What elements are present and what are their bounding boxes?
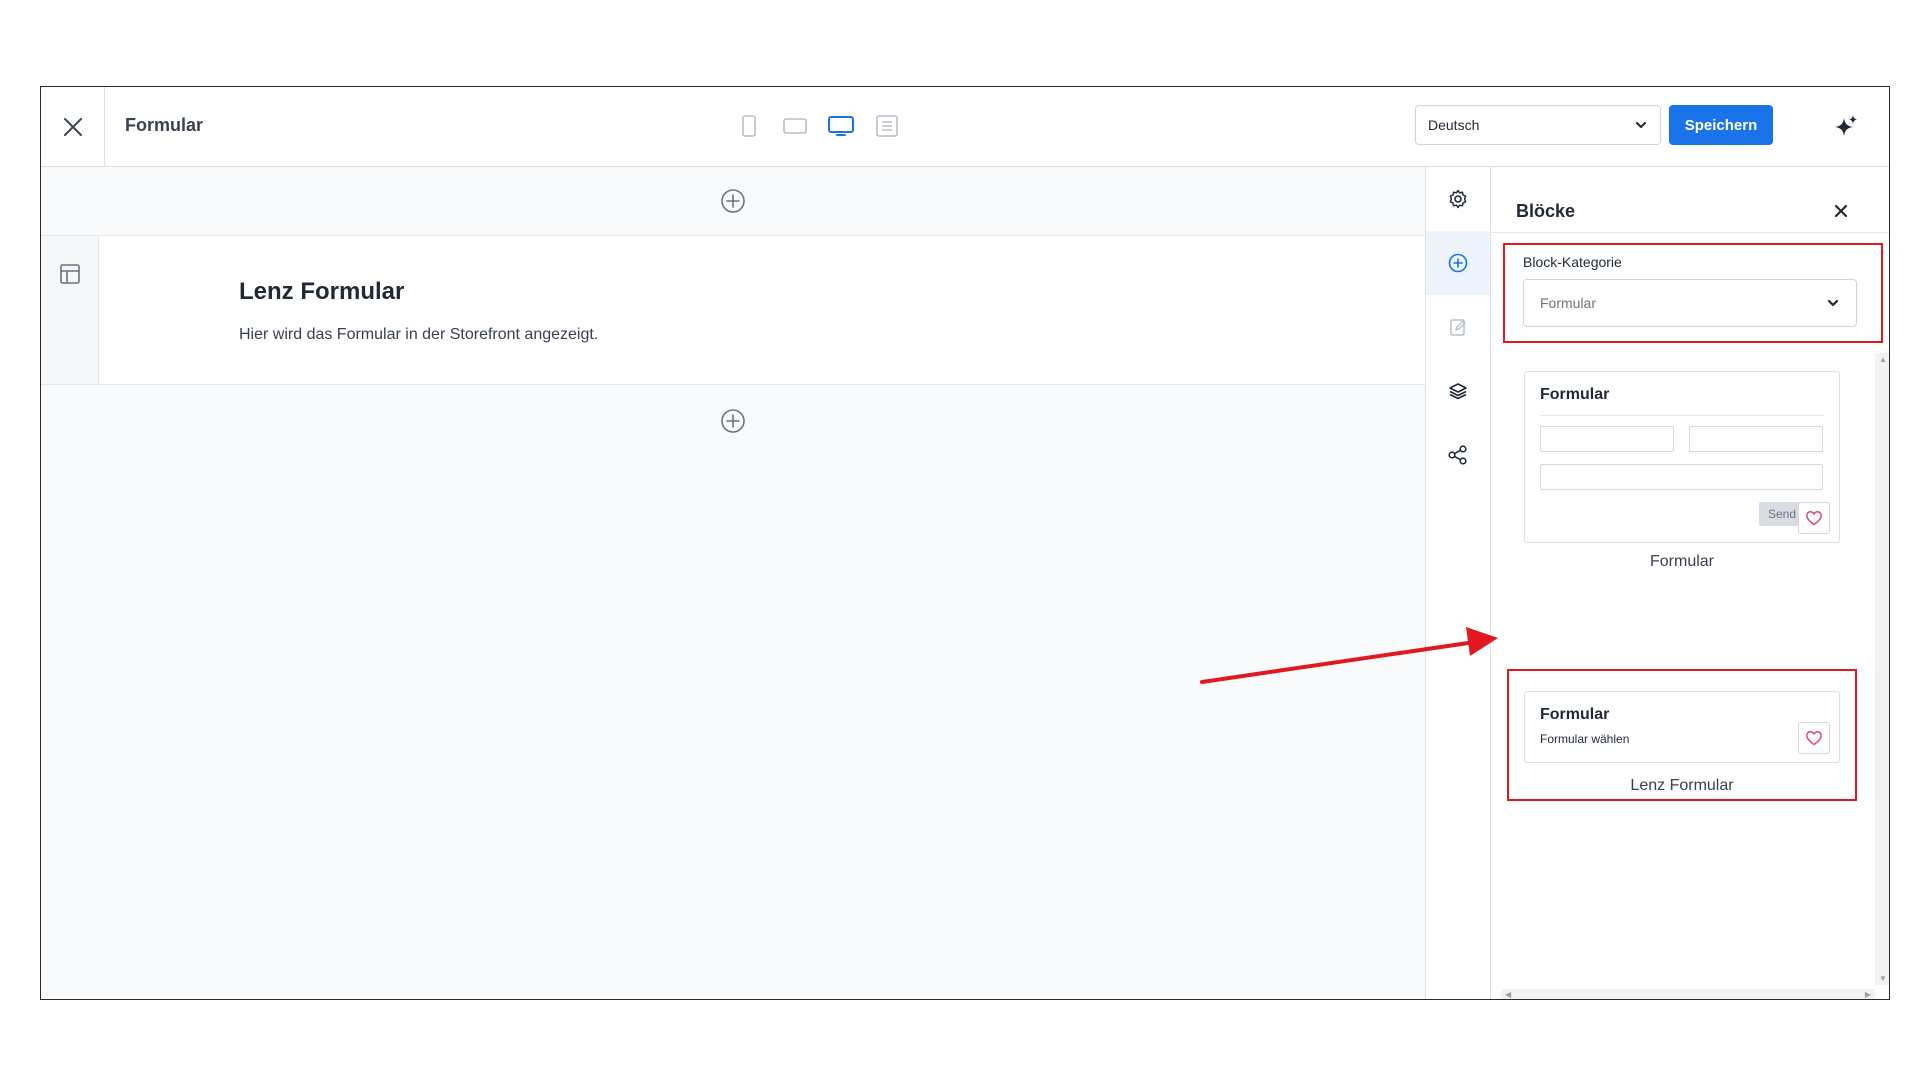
panel-title: Blöcke	[1516, 201, 1576, 221]
block-description: Hier wird das Formular in der Storefront…	[239, 326, 599, 343]
rail-layers[interactable]	[1426, 359, 1490, 423]
close-icon[interactable]	[1829, 199, 1853, 223]
heart-icon	[1806, 731, 1822, 746]
category-value: Formular	[1540, 295, 1597, 311]
add-section-top	[41, 167, 1425, 235]
sparkle-icon	[1835, 115, 1857, 136]
card-caption: Formular	[1649, 553, 1714, 570]
card-title: Formular	[1540, 706, 1610, 723]
preview-textarea	[1540, 464, 1823, 490]
desktop-icon	[828, 116, 854, 136]
vertical-scrollbar[interactable]: ▲ ▼	[1875, 353, 1889, 985]
block-title: Lenz Formular	[239, 278, 405, 305]
top-bar: Formular Deutsch Speichern	[41, 87, 1889, 167]
edit-icon	[1450, 319, 1466, 336]
rail-edit[interactable]	[1426, 295, 1490, 359]
favorite-button[interactable]	[1798, 722, 1830, 754]
page-title: Formular	[125, 115, 204, 135]
horizontal-scrollbar[interactable]: ◀ ▶	[1501, 989, 1875, 999]
card-subtitle: Formular wählen	[1540, 732, 1630, 746]
card-divider	[1540, 415, 1824, 416]
category-label: Block-Kategorie	[1523, 254, 1622, 270]
chevron-down-icon	[1636, 122, 1646, 128]
chevron-down-icon	[1827, 299, 1839, 307]
save-button[interactable]: Speichern	[1669, 105, 1773, 145]
device-tablet-button[interactable]	[779, 111, 811, 141]
section-sidebar	[41, 236, 99, 384]
add-section-icon[interactable]	[719, 407, 747, 435]
sidebar-tool-rail	[1425, 167, 1491, 999]
device-desktop-button[interactable]	[825, 111, 857, 141]
preview-send-button: Send	[1759, 502, 1803, 526]
device-mobile-button[interactable]	[733, 111, 765, 141]
add-section-icon[interactable]	[719, 187, 747, 215]
close-editor-button[interactable]	[41, 87, 105, 167]
tablet-icon	[783, 118, 807, 134]
card-caption: Lenz Formular	[1630, 777, 1734, 794]
block-card-form[interactable]: Formular Send	[1524, 371, 1840, 543]
add-block-icon	[1448, 253, 1468, 273]
device-list-button[interactable]	[871, 111, 903, 141]
rail-share[interactable]	[1426, 423, 1490, 487]
layers-icon	[1449, 383, 1467, 400]
close-icon	[63, 118, 82, 136]
favorite-button[interactable]	[1798, 502, 1830, 534]
block-card-lenz-form[interactable]: Formular Formular wählen	[1524, 691, 1840, 763]
device-switcher	[733, 111, 903, 141]
card-title: Formular	[1540, 386, 1610, 403]
block-category-select[interactable]: Formular	[1523, 279, 1857, 327]
heart-icon	[1806, 511, 1822, 526]
preview-input	[1689, 426, 1823, 452]
layout-icon[interactable]	[58, 262, 82, 286]
page-canvas: Lenz Formular Hier wird das Formular in …	[41, 167, 1425, 999]
list-view-icon	[876, 115, 898, 137]
rail-settings[interactable]	[1426, 167, 1490, 231]
ai-assistant-button[interactable]	[1831, 112, 1861, 142]
share-icon	[1448, 445, 1467, 465]
editor-window: Formular Deutsch Speichern Lenz Formular…	[40, 86, 1890, 1000]
language-value: Deutsch	[1428, 117, 1480, 133]
panel-header: Blöcke	[1491, 167, 1889, 233]
mobile-icon	[742, 115, 756, 137]
language-select[interactable]: Deutsch	[1415, 105, 1661, 145]
preview-input	[1540, 426, 1674, 452]
add-section-bottom	[41, 387, 1425, 455]
blocks-panel: Blöcke Block-Kategorie Formular ▲ ▼ ◀ ▶ …	[1491, 167, 1889, 999]
content-section[interactable]: Lenz Formular Hier wird das Formular in …	[41, 235, 1425, 385]
rail-add-blocks[interactable]	[1426, 231, 1490, 295]
gear-icon	[1449, 189, 1467, 209]
